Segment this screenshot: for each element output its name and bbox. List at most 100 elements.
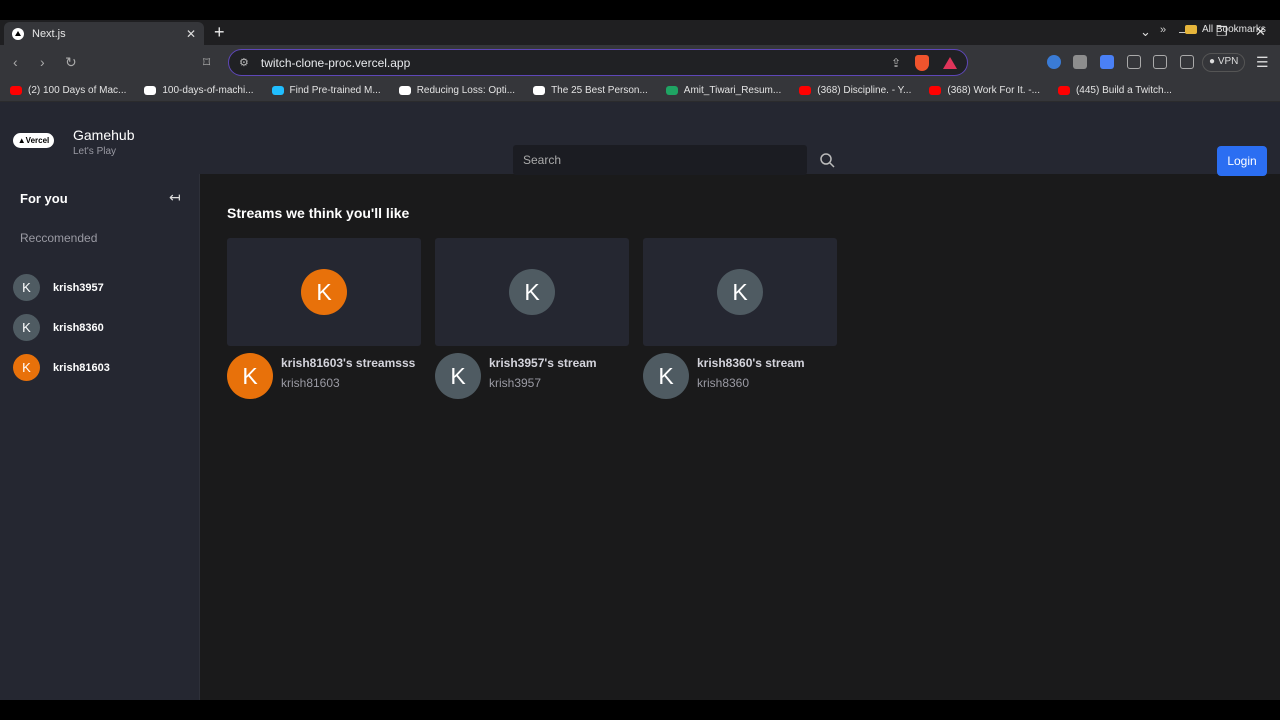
tab-search-icon[interactable]: ⌄ (1140, 24, 1151, 40)
stream-meta: Kkrish3957's stream krish3957 (435, 353, 629, 399)
bookmark-item[interactable]: The 25 Best Person... (533, 85, 648, 96)
github-icon (144, 86, 157, 95)
brand-title[interactable]: Gamehub (73, 127, 134, 143)
vpn-button[interactable]: ● VPN (1202, 53, 1246, 72)
stream-title[interactable]: krish81603's streamsss (281, 353, 415, 373)
browser-tab[interactable]: Next.js ✕ (4, 22, 204, 45)
extension-translate-icon[interactable] (1100, 55, 1114, 69)
bookmark-label: (2) 100 Days of Mac... (28, 85, 127, 96)
stream-username: krish81603 (281, 376, 340, 390)
avatar[interactable]: K (227, 353, 273, 399)
reload-icon[interactable]: ↻ (65, 54, 77, 71)
sidebar-item-label: krish8360 (53, 321, 104, 334)
avatar: K (13, 354, 40, 381)
vercel-logo[interactable]: ▲Vercel (13, 133, 54, 148)
menu-icon[interactable]: ☰ (1256, 54, 1269, 71)
thumbnail-avatar: K (717, 269, 763, 315)
brand-subtitle: Let's Play (73, 146, 117, 157)
search-icon (820, 153, 835, 168)
sidebar-item-label: krish81603 (53, 361, 110, 374)
tab-strip: Next.js ✕ + ⌄ – ❐ ✕ (0, 20, 1280, 45)
sidebar: For you ↤ Reccomended Kkrish3957 Kkrish83… (0, 174, 200, 700)
app-header: ▲Vercel Gamehub Let's Play Login (0, 102, 1280, 176)
stream-title[interactable]: krish3957's stream (489, 353, 597, 373)
stream-username: krish3957 (489, 376, 542, 390)
login-button[interactable]: Login (1217, 146, 1267, 176)
stream-card[interactable]: K Kkrish81603's streamsss krish81603 (227, 238, 421, 399)
tab-title: Next.js (32, 27, 66, 40)
sidebar-section-label: Reccomended (20, 231, 98, 245)
brave-rewards-icon[interactable] (943, 56, 957, 69)
bookmarks-overflow-icon[interactable]: » (1160, 24, 1166, 36)
stream-thumbnail[interactable]: K (435, 238, 629, 346)
tab-close-icon[interactable]: ✕ (186, 27, 196, 41)
shield-icon: ● (1209, 56, 1216, 67)
stream-username: krish8360 (697, 376, 750, 390)
stream-thumbnail[interactable]: K (227, 238, 421, 346)
new-tab-button[interactable]: + (214, 23, 225, 41)
bookmark-item[interactable]: Amit_Tiwari_Resum... (665, 85, 782, 96)
bookmark-item[interactable]: (445) Build a Twitch... (1057, 85, 1172, 96)
collapse-sidebar-icon[interactable]: ↤ (169, 189, 181, 206)
bookmark-label: (368) Work For It. -... (947, 85, 1040, 96)
stream-meta: Kkrish81603's streamsss krish81603 (227, 353, 421, 399)
search-field[interactable] (513, 145, 807, 175)
bookmark-label: (445) Build a Twitch... (1075, 85, 1172, 96)
thumbnail-avatar: K (509, 269, 555, 315)
stream-thumbnail[interactable]: K (643, 238, 837, 346)
youtube-icon (1057, 86, 1070, 95)
extension-pencil-icon[interactable] (1073, 55, 1087, 69)
search-button[interactable] (814, 146, 840, 174)
bookmark-label: Find Pre-trained M... (289, 85, 381, 96)
browser-toolbar: ‹ › ↻ ⌑ ⚙ twitch-clone-proc.vercel.app ⇪… (0, 45, 1280, 80)
wallet-icon[interactable] (1180, 55, 1194, 69)
site-info-icon[interactable]: ⚙ (239, 56, 249, 69)
bookmark-item[interactable]: Find Pre-trained M... (271, 85, 381, 96)
share-icon[interactable]: ⇪ (891, 56, 901, 70)
avatar: K (13, 274, 40, 301)
stream-card[interactable]: K Kkrish3957's stream krish3957 (435, 238, 629, 399)
all-bookmarks-label: All Bookmarks (1202, 24, 1266, 35)
bookmark-item[interactable]: 100-days-of-machi... (144, 85, 254, 96)
thumbnail-avatar: K (301, 269, 347, 315)
address-bar[interactable]: ⚙ twitch-clone-proc.vercel.app ⇪ (228, 49, 968, 76)
sidebar-item-krish81603[interactable]: Kkrish81603 (13, 354, 110, 381)
stream-card[interactable]: K Kkrish8360's stream krish8360 (643, 238, 837, 399)
bookmark-item[interactable]: (2) 100 Days of Mac... (10, 85, 126, 96)
search-input[interactable] (523, 153, 807, 167)
avatar[interactable]: K (643, 353, 689, 399)
nextjs-favicon-icon (12, 27, 24, 40)
page-title: Streams we think you'll like (227, 205, 410, 221)
all-bookmarks-button[interactable]: All Bookmarks (1185, 24, 1266, 35)
bookmark-label: Reducing Loss: Opti... (416, 85, 516, 96)
bookmark-item[interactable]: (368) Work For It. -... (929, 85, 1040, 96)
bookmark-label: 100-days-of-machi... (162, 85, 254, 96)
forward-icon[interactable]: › (40, 54, 45, 70)
folder-icon (1185, 25, 1197, 34)
back-icon[interactable]: ‹ (13, 54, 18, 70)
sidebar-item-label: krish3957 (53, 281, 104, 294)
stream-title[interactable]: krish8360's stream (697, 353, 805, 373)
bookmark-item[interactable]: (368) Discipline. - Y... (799, 85, 911, 96)
extension-react-icon[interactable] (1047, 55, 1061, 69)
sidebar-item-krish3957[interactable]: Kkrish3957 (13, 274, 104, 301)
medium-icon (533, 86, 546, 95)
drive-icon (665, 86, 678, 95)
bookmark-label: The 25 Best Person... (551, 85, 648, 96)
google-icon (398, 86, 411, 95)
sidebar-item-krish8360[interactable]: Kkrish8360 (13, 314, 104, 341)
avatar[interactable]: K (435, 353, 481, 399)
youtube-icon (10, 86, 22, 95)
extensions-puzzle-icon[interactable] (1127, 55, 1141, 69)
bookmark-page-icon[interactable]: ⌑ (203, 54, 210, 71)
avatar: K (13, 314, 40, 341)
sidebar-toggle-icon[interactable] (1153, 55, 1167, 69)
kaggle-icon (271, 86, 284, 95)
url-text[interactable]: twitch-clone-proc.vercel.app (261, 56, 877, 70)
brave-shields-icon[interactable] (915, 54, 929, 71)
youtube-icon (799, 86, 812, 95)
bookmark-label: Amit_Tiwari_Resum... (683, 85, 782, 96)
bookmark-item[interactable]: Reducing Loss: Opti... (398, 85, 516, 96)
bookmarks-bar: (2) 100 Days of Mac... 100-days-of-machi.… (0, 80, 1280, 102)
stream-meta: Kkrish8360's stream krish8360 (643, 353, 837, 399)
